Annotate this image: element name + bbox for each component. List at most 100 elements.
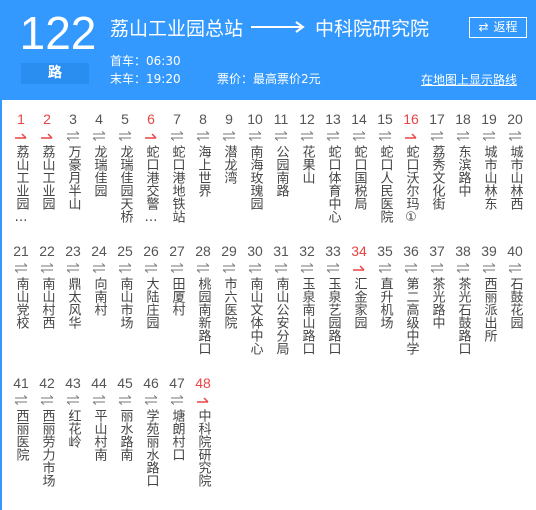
stop-item[interactable]: 2 荔山工业园	[34, 110, 60, 242]
stop-item[interactable]: 20 城市山林西	[502, 110, 528, 242]
stop-name: 第二高级中学	[403, 277, 419, 355]
stop-name: 蛇口人民医院	[377, 145, 393, 223]
reverse-direction-button[interactable]: ⇄ 返程	[469, 17, 527, 38]
stop-item[interactable]: 24 向南村	[86, 242, 112, 374]
stop-name: 茶光路中	[429, 277, 445, 329]
stop-name: 向南村	[91, 277, 107, 316]
stop-item[interactable]: 9 潜龙湾	[216, 110, 242, 242]
stop-item[interactable]: 46 学苑丽水路口	[138, 374, 164, 506]
stop-name: 石鼓花园	[507, 277, 523, 329]
stop-name: 蛇口体育中心	[325, 145, 341, 223]
stop-name: 荔山工业园	[39, 145, 55, 210]
stop-item[interactable]: 42 西丽劳力市场	[34, 374, 60, 506]
stop-item[interactable]: 36 第二高级中学	[398, 242, 424, 374]
stop-number: 14	[351, 111, 367, 127]
two-way-arrow-icon	[112, 393, 138, 407]
stop-name: 玉泉艺园路口	[325, 277, 341, 355]
stop-item[interactable]: 38 茶光石鼓路口	[450, 242, 476, 374]
fare-info: 票价：最高票价2元	[217, 72, 321, 86]
stop-name: 蛇口港地铁站	[169, 145, 185, 223]
stop-item[interactable]: 48 中科院研究院	[190, 374, 216, 506]
stop-name: 蛇口港交警…	[143, 145, 159, 225]
stop-number: 40	[507, 243, 523, 259]
stop-number: 33	[325, 243, 341, 259]
stop-item[interactable]: 3 万豪月半山	[60, 110, 86, 242]
stop-item[interactable]: 17 荔秀文化街	[424, 110, 450, 242]
stop-item[interactable]: 35 直升机场	[372, 242, 398, 374]
stop-name: 公园南路	[273, 145, 289, 197]
stop-number: 23	[65, 243, 81, 259]
route-header: 122 路 荔山工业园总站 中科院研究院 ⇄ 返程 首车：06:30 末车：19:…	[0, 0, 536, 100]
stop-item[interactable]: 4 龙瑞佳园	[86, 110, 112, 242]
stop-name: 鼎太风华	[65, 277, 81, 329]
stop-name: 茶光石鼓路口	[455, 277, 471, 355]
two-way-arrow-icon	[34, 393, 60, 407]
stop-item[interactable]: 28 桃园南新路口	[190, 242, 216, 374]
two-way-arrow-icon	[502, 129, 528, 143]
stop-item[interactable]: 23 鼎太风华	[60, 242, 86, 374]
stop-item[interactable]: 7 蛇口港地铁站	[164, 110, 190, 242]
stop-item[interactable]: 39 西丽派出所	[476, 242, 502, 374]
stop-name: 市六医院	[221, 277, 237, 329]
stop-item[interactable]: 10 南海玫瑰园	[242, 110, 268, 242]
stop-name: 海上世界	[195, 145, 211, 197]
show-route-on-map-link[interactable]: 在地图上显示路线	[421, 71, 517, 88]
stop-item[interactable]: 16 蛇口沃尔玛①	[398, 110, 424, 242]
two-way-arrow-icon	[164, 129, 190, 143]
stop-item[interactable]: 30 南山文体中心	[242, 242, 268, 374]
stop-name: 西丽劳力市场	[39, 409, 55, 487]
stop-item[interactable]: 45 丽水路南	[112, 374, 138, 506]
stop-item[interactable]: 32 玉泉南山路口	[294, 242, 320, 374]
stop-number: 13	[325, 111, 341, 127]
stop-name: 汇金家园	[351, 277, 367, 329]
stop-item[interactable]: 26 大陆庄园	[138, 242, 164, 374]
stop-item[interactable]: 19 城市山林东	[476, 110, 502, 242]
stop-item[interactable]: 6 蛇口港交警…	[138, 110, 164, 242]
stop-number: 41	[13, 375, 29, 391]
stop-item[interactable]: 13 蛇口体育中心	[320, 110, 346, 242]
stop-item[interactable]: 33 玉泉艺园路口	[320, 242, 346, 374]
stop-item[interactable]: 21 南山党校	[8, 242, 34, 374]
stop-name: 南山村西	[39, 277, 55, 329]
stop-item[interactable]: 15 蛇口人民医院	[372, 110, 398, 242]
stop-number: 26	[143, 243, 159, 259]
left-border	[0, 100, 2, 510]
stop-number: 22	[39, 243, 55, 259]
stop-item[interactable]: 5 龙瑞佳园天桥	[112, 110, 138, 242]
stop-item[interactable]: 12 花果山	[294, 110, 320, 242]
stop-item[interactable]: 25 南山市场	[112, 242, 138, 374]
stop-number: 46	[143, 375, 159, 391]
two-way-arrow-icon	[502, 261, 528, 275]
stop-item[interactable]: 37 茶光路中	[424, 242, 450, 374]
stop-item[interactable]: 41 西丽医院	[8, 374, 34, 506]
stop-item[interactable]: 14 蛇口国税局	[346, 110, 372, 242]
stop-number: 37	[429, 243, 445, 259]
stop-name: 潜龙湾	[221, 145, 237, 184]
stop-item[interactable]: 18 东滨路中	[450, 110, 476, 242]
stop-item[interactable]: 40 石鼓花园	[502, 242, 528, 374]
stop-number: 48	[195, 375, 211, 391]
stop-name: 南山市场	[117, 277, 133, 329]
stop-item[interactable]: 43 红花岭	[60, 374, 86, 506]
stop-item[interactable]: 8 海上世界	[190, 110, 216, 242]
stop-item[interactable]: 29 市六医院	[216, 242, 242, 374]
stop-item[interactable]: 31 南山公安分局	[268, 242, 294, 374]
route-title: 荔山工业园总站 中科院研究院	[110, 13, 429, 41]
stop-number: 4	[95, 111, 103, 127]
stop-item[interactable]: 47 塘朗村口	[164, 374, 190, 506]
stop-name: 大陆庄园	[143, 277, 159, 329]
stop-item[interactable]: 27 田厦村	[164, 242, 190, 374]
stop-item[interactable]: 11 公园南路	[268, 110, 294, 242]
two-way-arrow-icon	[294, 261, 320, 275]
two-way-arrow-icon	[86, 261, 112, 275]
stop-name: 中科院研究院	[195, 409, 211, 487]
stop-item[interactable]: 44 平山村南	[86, 374, 112, 506]
stop-item[interactable]: 1 荔山工业园…	[8, 110, 34, 242]
stop-number: 25	[117, 243, 133, 259]
stop-item[interactable]: 34 汇金家园	[346, 242, 372, 374]
stop-item[interactable]: 22 南山村西	[34, 242, 60, 374]
reverse-label: 返程	[493, 20, 518, 34]
stop-name: 南山文体中心	[247, 277, 263, 355]
stop-number: 30	[247, 243, 263, 259]
stop-number: 12	[299, 111, 315, 127]
